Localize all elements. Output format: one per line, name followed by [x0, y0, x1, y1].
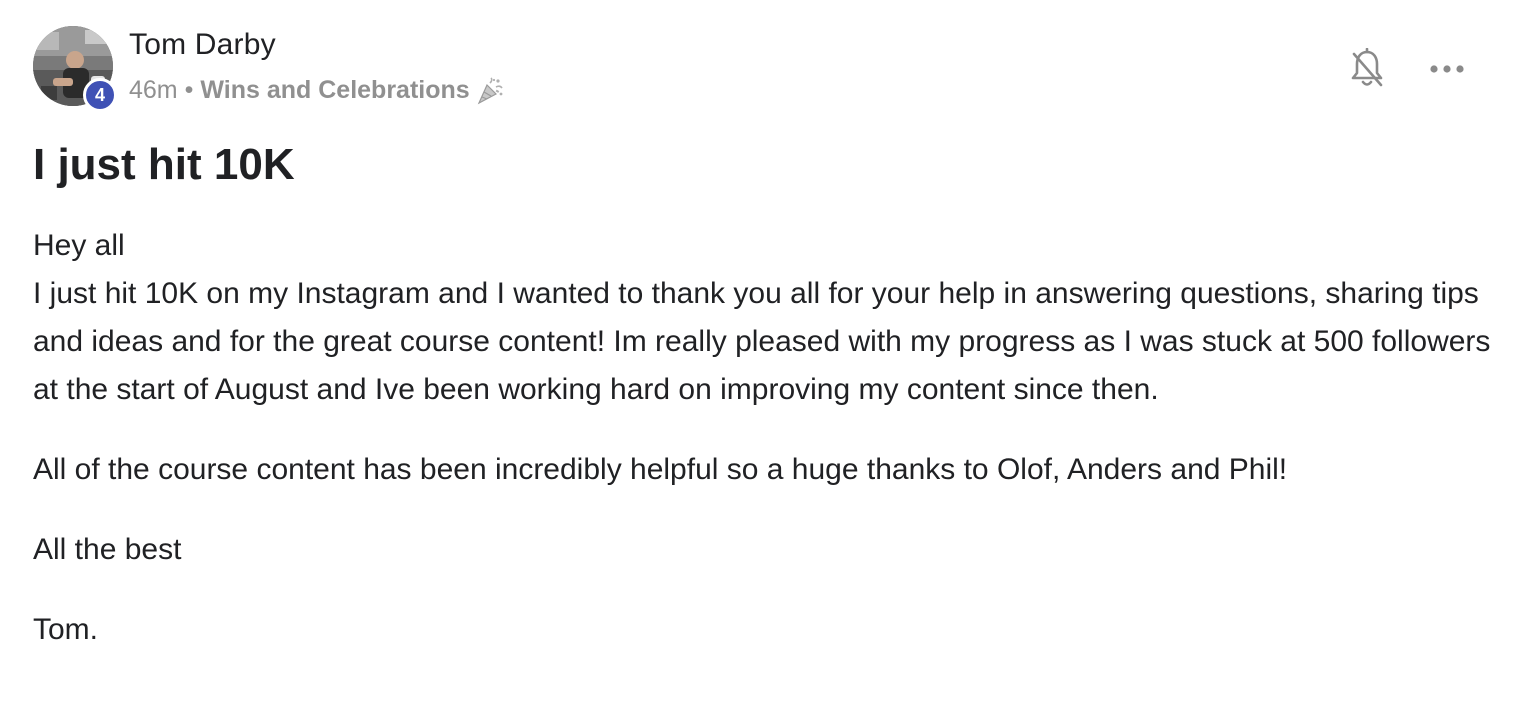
post-header: 4 Tom Darby 46m • Wins and Celebrations — [33, 26, 1483, 116]
author-name[interactable]: Tom Darby — [129, 28, 276, 62]
post-body: Hey all I just hit 10K on my Instagram a… — [33, 222, 1493, 654]
more-horizontal-icon[interactable] — [1427, 60, 1467, 78]
post-category[interactable]: Wins and Celebrations — [200, 76, 469, 105]
post-card: 4 Tom Darby 46m • Wins and Celebrations — [0, 0, 1516, 722]
post-paragraph: I just hit 10K on my Instagram and I wan… — [33, 277, 1491, 406]
author-avatar-wrapper[interactable]: 4 — [33, 26, 117, 112]
post-title: I just hit 10K — [33, 140, 295, 189]
level-badge: 4 — [83, 78, 117, 112]
post-meta: 46m • Wins and Celebrations — [129, 76, 504, 105]
post-paragraph: All of the course content has been incre… — [33, 453, 1288, 486]
bell-off-icon[interactable] — [1349, 47, 1385, 90]
meta-separator: • — [184, 76, 194, 104]
party-popper-icon — [476, 76, 504, 105]
post-time: 46m — [129, 76, 178, 104]
post-paragraph: All the best — [33, 533, 182, 566]
post-greeting: Hey all — [33, 229, 125, 262]
post-signoff: Tom. — [33, 613, 99, 646]
